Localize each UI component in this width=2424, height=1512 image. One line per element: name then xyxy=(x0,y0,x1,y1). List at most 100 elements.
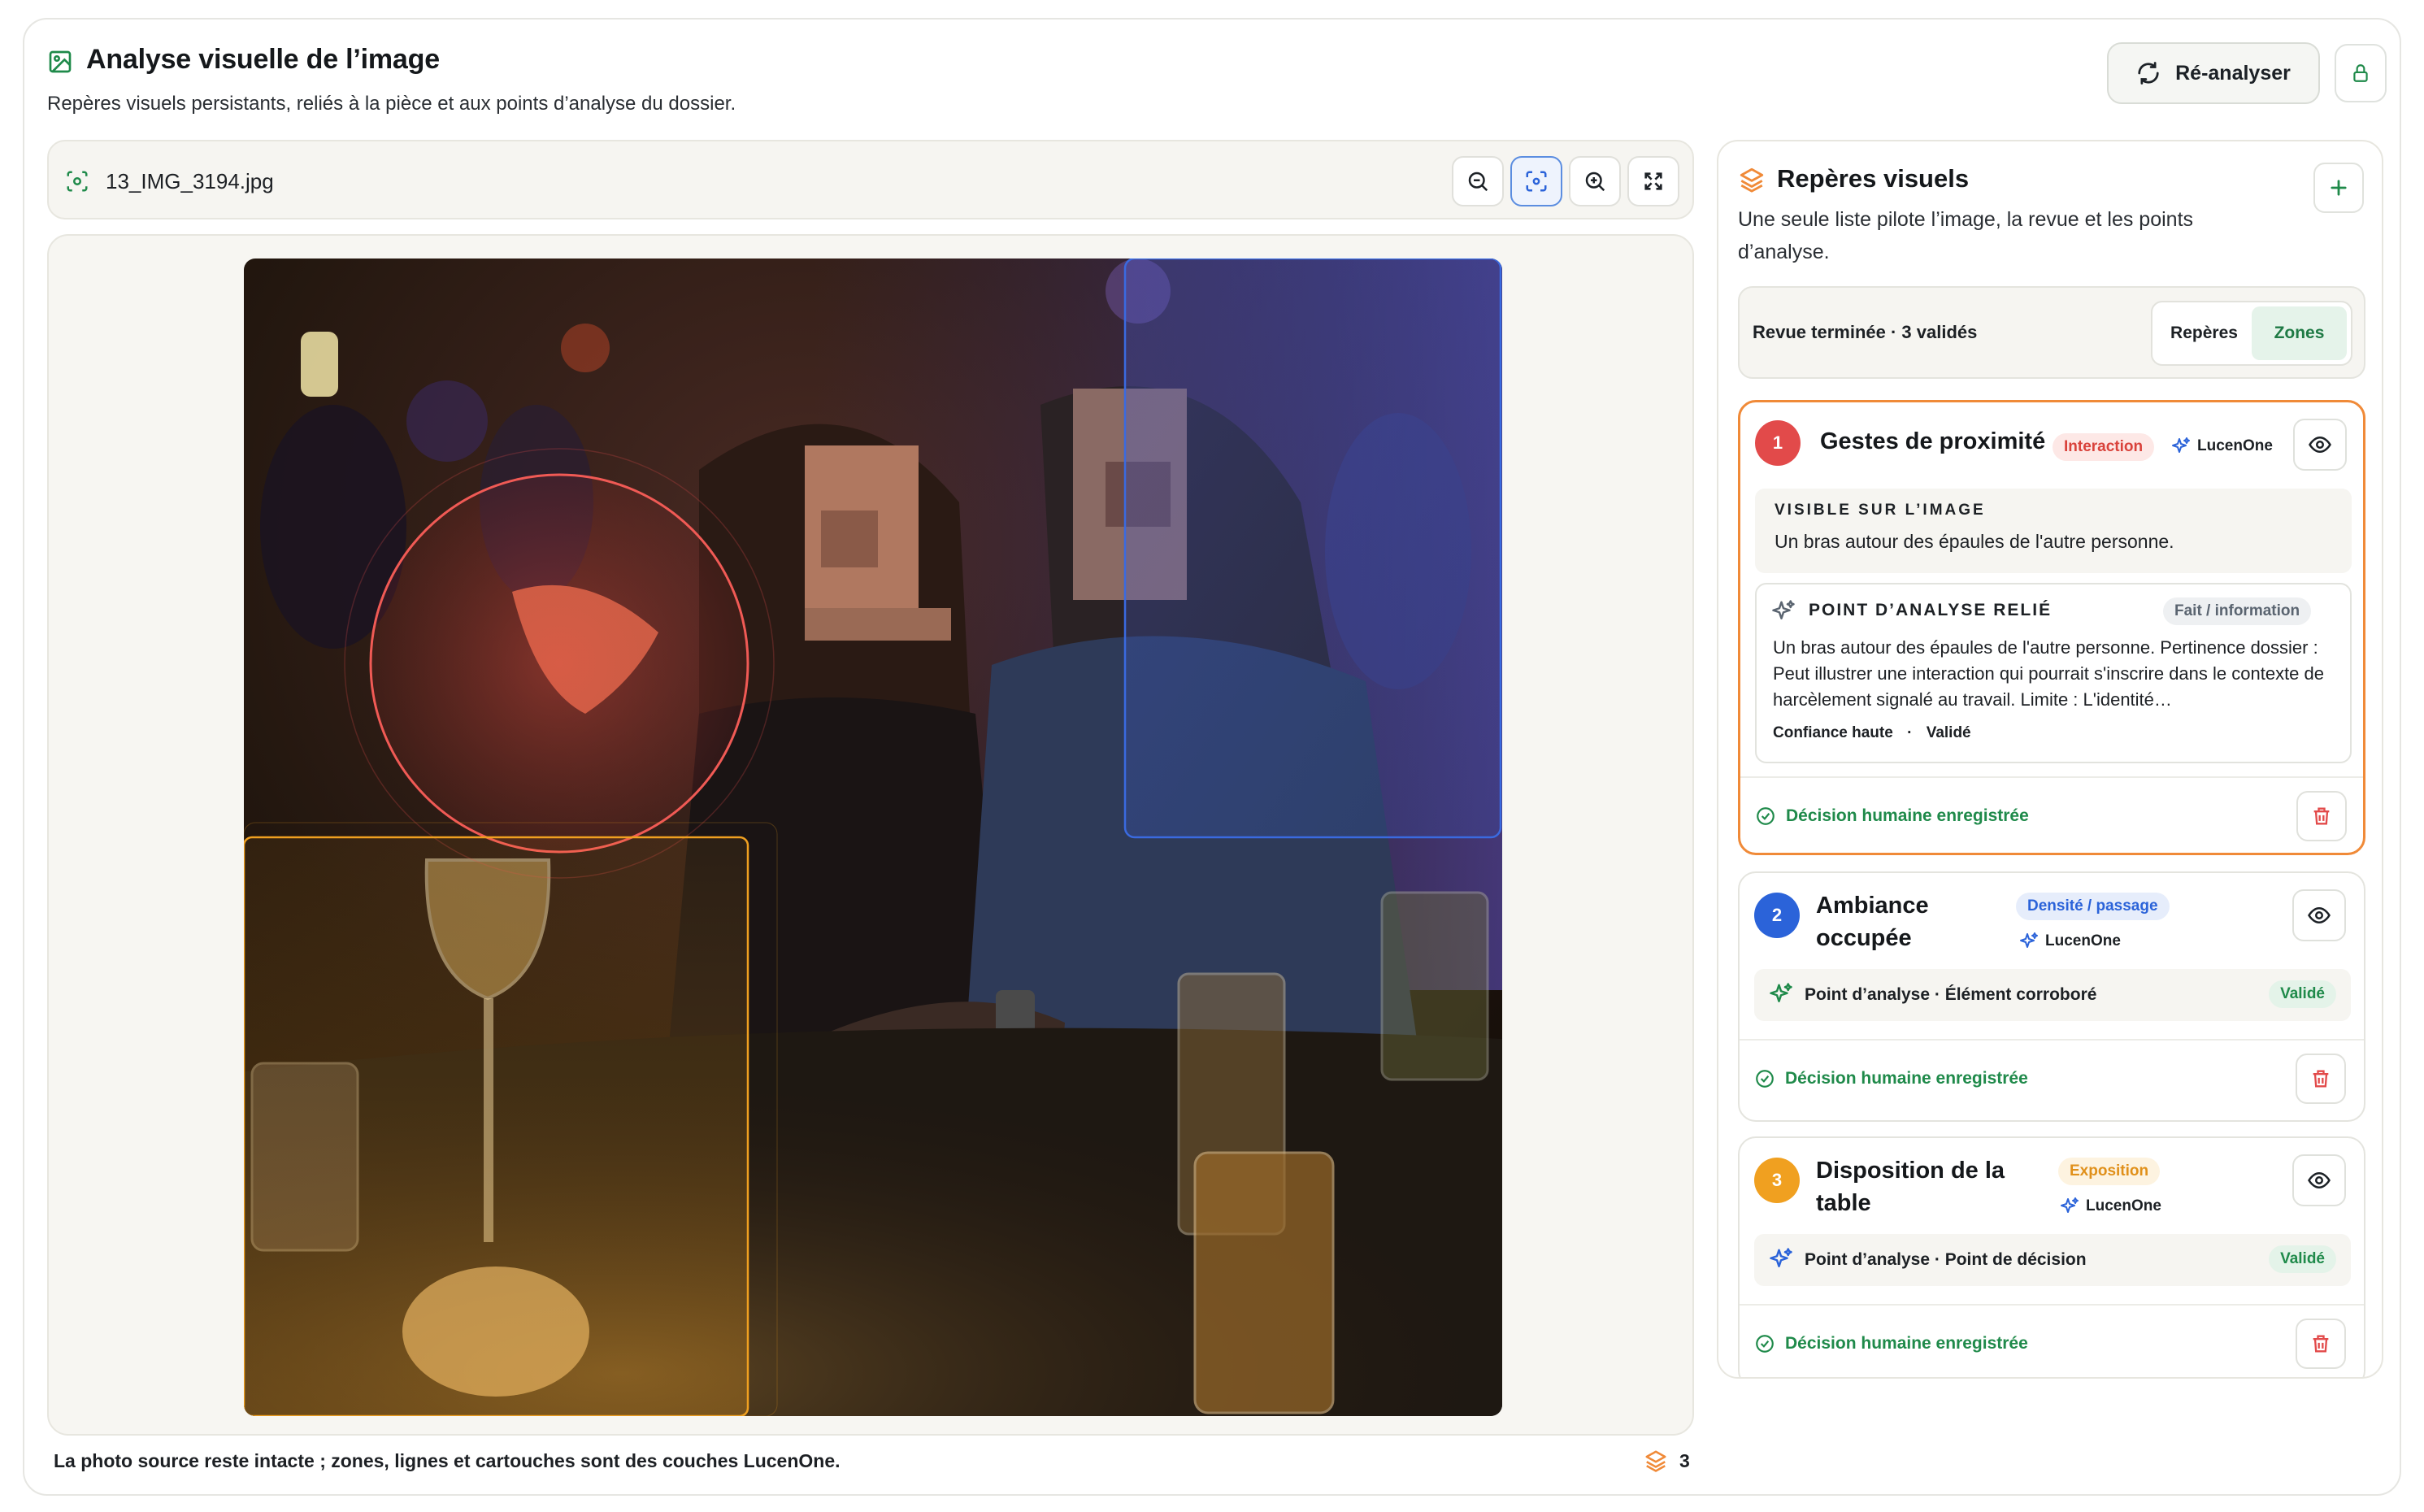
lock-icon xyxy=(2353,64,2368,82)
review-status: Revue terminée · 3 validés xyxy=(1753,322,1978,342)
reanalyse-label: Ré-analyser xyxy=(2175,61,2291,85)
toggle-visibility-button[interactable] xyxy=(2292,889,2346,941)
linked-description: Un bras autour des épaules de l'autre pe… xyxy=(1773,637,2325,710)
marker-category-tag: Interaction xyxy=(2053,433,2155,461)
status-badge: Validé xyxy=(2269,980,2336,1008)
sparkle-icon xyxy=(2172,437,2190,453)
human-decision: Décision humaine enregistrée xyxy=(1754,1068,2028,1089)
marker-category-tag: Exposition xyxy=(2058,1158,2161,1185)
zoom-out-icon xyxy=(1468,172,1488,192)
marker-source: LucenOne xyxy=(2171,437,2273,456)
analysis-point-row[interactable]: Point d’analyse · Élément corroboré Vali… xyxy=(1754,969,2351,1021)
marker-1-zone[interactable] xyxy=(369,473,749,854)
marker-card-2[interactable]: 2 Ambiance occupée Densité / passage Luc… xyxy=(1738,871,2365,1122)
marker-2-zone[interactable] xyxy=(1123,259,1502,839)
check-circle-icon xyxy=(1757,807,1775,825)
panel-subtitle: Une seule liste pilote l’image, la revue… xyxy=(1738,208,2194,263)
check-circle-icon xyxy=(1756,1335,1774,1353)
footer-note: La photo source reste intacte ; zones, l… xyxy=(54,1450,841,1471)
file-toolbar: 13_IMG_3194.jpg xyxy=(47,140,1694,219)
marker-3-zone[interactable] xyxy=(244,836,749,1416)
sparkle-icon xyxy=(1772,600,1795,619)
layers-icon xyxy=(1740,167,1764,193)
image-icon xyxy=(49,50,72,73)
marker-card-3[interactable]: 3 Disposition de la table Exposition Luc… xyxy=(1738,1136,2365,1377)
add-marker-button[interactable] xyxy=(2313,163,2364,213)
delete-marker-button[interactable] xyxy=(2296,1319,2346,1369)
sparkle-icon xyxy=(2020,932,2038,948)
linked-meta: Confiance haute · Validé xyxy=(1773,724,1971,741)
delete-marker-button[interactable] xyxy=(2296,1054,2346,1104)
eye-icon xyxy=(2309,436,2331,454)
marker-title: Disposition de la table xyxy=(1816,1158,2005,1216)
divider xyxy=(1740,1039,2364,1041)
status-badge: Validé xyxy=(2269,1245,2336,1273)
focus-button[interactable] xyxy=(1510,156,1562,206)
segment-reperes[interactable]: Repères xyxy=(2157,306,2252,360)
scan-image-icon xyxy=(67,171,88,192)
decision-label: Décision humaine enregistrée xyxy=(1785,1069,2028,1088)
marker-card-1[interactable]: 1 Gestes de proximité Interaction LucenO… xyxy=(1738,400,2365,855)
divider xyxy=(1740,1304,2364,1306)
refresh-icon xyxy=(2138,62,2159,85)
source-label: LucenOne xyxy=(2045,932,2121,949)
panel-title: Repères visuels xyxy=(1777,164,1970,193)
visible-description: Un bras autour des épaules de l'autre pe… xyxy=(1775,531,2174,552)
marker-number-badge: 3 xyxy=(1754,1158,1800,1203)
marker-title: Gestes de proximité xyxy=(1820,428,2046,454)
marker-category-tag: Densité / passage xyxy=(2016,893,2170,920)
source-label: LucenOne xyxy=(2197,437,2273,454)
layer-count-value: 3 xyxy=(1679,1449,1690,1471)
fullscreen-button[interactable] xyxy=(1627,156,1679,206)
trash-icon xyxy=(2313,1335,2329,1353)
analysis-point-label: Point d’analyse · Point de décision xyxy=(1805,1250,2087,1269)
fullscreen-icon xyxy=(1644,172,1662,190)
divider xyxy=(1740,776,2363,778)
toggle-visibility-button[interactable] xyxy=(2293,419,2347,471)
linked-heading: POINT D’ANALYSE RELIÉ xyxy=(1809,601,2053,619)
analysis-point-label: Point d’analyse · Élément corroboré xyxy=(1805,985,2097,1004)
plus-icon xyxy=(2331,180,2347,196)
sparkle-icon xyxy=(1770,1248,1792,1267)
annotated-photo[interactable] xyxy=(244,259,1502,1416)
layers-icon xyxy=(1645,1450,1666,1472)
view-toggle: Repères Zones xyxy=(2151,301,2352,366)
zoom-out-button[interactable] xyxy=(1452,156,1504,206)
sparkle-icon xyxy=(1770,983,1792,1002)
layer-count: 3 xyxy=(1644,1449,1690,1473)
marker-source: LucenOne xyxy=(2019,932,2121,951)
eye-icon xyxy=(2308,1171,2331,1189)
trash-icon xyxy=(2313,1070,2329,1088)
marker-number-badge: 2 xyxy=(1754,893,1800,938)
linked-analysis-point[interactable]: POINT D’ANALYSE RELIÉ Fait / information… xyxy=(1755,583,2352,763)
page-subtitle: Repères visuels persistants, reliés à la… xyxy=(47,93,736,115)
segment-zones[interactable]: Zones xyxy=(2252,306,2347,360)
confidence-label: Confiance haute xyxy=(1773,724,1893,741)
decision-label: Décision humaine enregistrée xyxy=(1785,1334,2028,1353)
toggle-visibility-button[interactable] xyxy=(2292,1154,2346,1206)
status-label: Validé xyxy=(1926,724,1971,741)
human-decision: Décision humaine enregistrée xyxy=(1754,1333,2028,1354)
zoom-in-icon xyxy=(1585,172,1605,192)
visual-markers-panel: Repères visuels Une seule liste pilote l… xyxy=(1717,140,2383,1379)
marker-number-badge: 1 xyxy=(1755,420,1801,466)
check-circle-icon xyxy=(1756,1070,1774,1088)
delete-marker-button[interactable] xyxy=(2296,791,2347,841)
image-canvas-panel xyxy=(47,234,1694,1436)
zoom-in-button[interactable] xyxy=(1569,156,1621,206)
focus-icon xyxy=(1526,171,1547,192)
file-name: 13_IMG_3194.jpg xyxy=(106,169,274,193)
eye-icon xyxy=(2308,906,2331,924)
page-title: Analyse visuelle de l’image xyxy=(86,44,440,75)
analysis-point-row[interactable]: Point d’analyse · Point de décision Vali… xyxy=(1754,1234,2351,1286)
linked-type-tag: Fait / information xyxy=(2163,597,2312,625)
reanalyse-button[interactable]: Ré-analyser xyxy=(2107,42,2320,104)
source-label: LucenOne xyxy=(2086,1197,2161,1214)
visible-heading: VISIBLE SUR L’IMAGE xyxy=(1775,502,1986,519)
lock-button[interactable] xyxy=(2335,44,2387,102)
sparkle-icon xyxy=(2061,1197,2079,1213)
decision-label: Décision humaine enregistrée xyxy=(1786,806,2029,825)
marker-source: LucenOne xyxy=(2060,1197,2161,1216)
trash-icon xyxy=(2313,807,2330,825)
marker-title: Ambiance occupée xyxy=(1816,893,1929,951)
